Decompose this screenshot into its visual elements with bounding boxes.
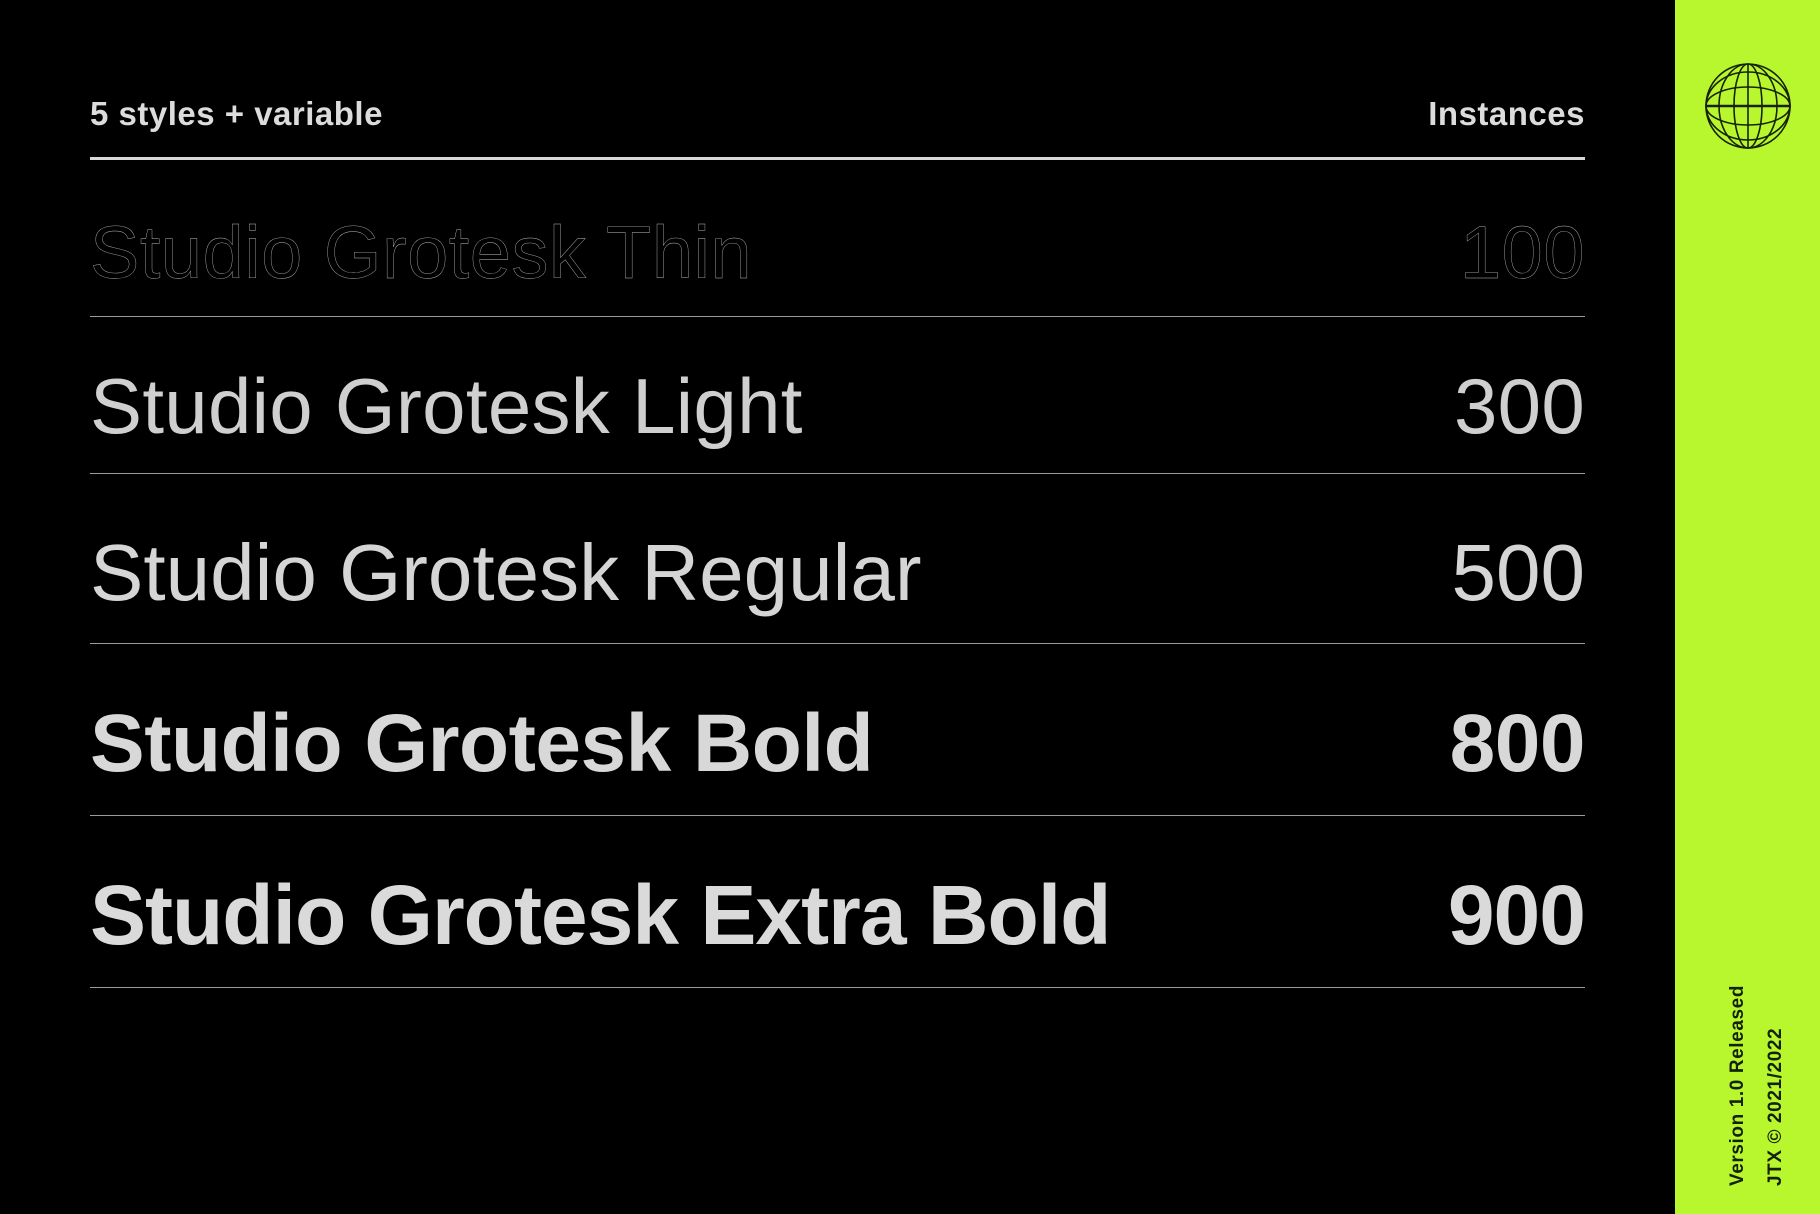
style-instance-regular: 500 xyxy=(1451,528,1585,617)
style-name-light: Studio Grotesk Light xyxy=(90,362,803,450)
style-list: Studio Grotesk Thin 100 Studio Grotesk L… xyxy=(90,160,1586,988)
copyright-label: JTX © 2021/2022 xyxy=(1765,1027,1786,1186)
globe-icon xyxy=(1698,56,1798,156)
sidebar-meta: Version 1.0 Released JTX © 2021/2022 xyxy=(1675,794,1820,1214)
table-row[interactable]: Studio Grotesk Regular 500 xyxy=(90,474,1585,644)
style-instance-thin: 100 xyxy=(1460,211,1585,294)
table-row[interactable]: Studio Grotesk Extra Bold 900 xyxy=(90,816,1586,988)
style-name-bold: Studio Grotesk Bold xyxy=(90,698,874,789)
style-name-regular: Studio Grotesk Regular xyxy=(90,528,922,617)
accent-sidebar: Studio Grotesk Version 1.0 Released JTX … xyxy=(1675,0,1820,1214)
table-row[interactable]: Studio Grotesk Thin 100 xyxy=(90,160,1585,317)
table-row[interactable]: Studio Grotesk Light 300 xyxy=(90,317,1585,474)
specimen-panel: 5 styles + variable Instances Studio Gro… xyxy=(0,0,1675,1214)
font-specimen-page: 5 styles + variable Instances Studio Gro… xyxy=(0,0,1820,1214)
styles-count-label: 5 styles + variable xyxy=(90,95,383,132)
instances-column-header: Instances xyxy=(1428,95,1585,132)
style-instance-extra-bold: 900 xyxy=(1447,868,1586,962)
version-label: Version 1.0 Released xyxy=(1727,984,1748,1186)
style-name-extra-bold: Studio Grotesk Extra Bold xyxy=(90,868,1111,962)
style-name-thin: Studio Grotesk Thin xyxy=(90,211,753,294)
table-row[interactable]: Studio Grotesk Bold 800 xyxy=(90,644,1586,816)
specimen-content: 5 styles + variable Instances Studio Gro… xyxy=(90,0,1586,1214)
style-instance-light: 300 xyxy=(1453,362,1585,450)
table-header: 5 styles + variable Instances xyxy=(90,88,1585,140)
style-instance-bold: 800 xyxy=(1449,698,1586,789)
